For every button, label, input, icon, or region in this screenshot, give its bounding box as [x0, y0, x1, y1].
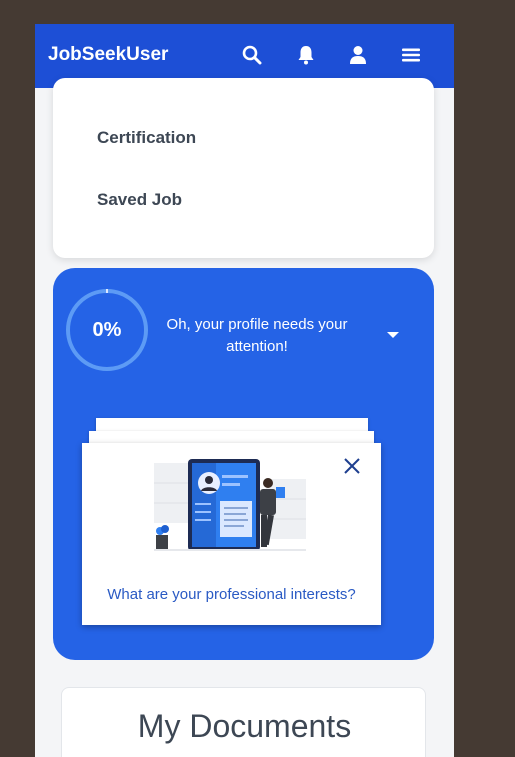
resume-illustration: [154, 459, 306, 551]
bell-icon[interactable]: [295, 44, 317, 66]
brand-logo[interactable]: JobSeekUser: [48, 44, 168, 66]
professional-interests-link[interactable]: What are your professional interests?: [82, 586, 381, 603]
my-documents-card: My Documents: [61, 687, 426, 757]
profile-completion-card: 0% Oh, your profile needs your attention…: [53, 268, 434, 660]
page-content: Certification Saved Job 0% Oh, your prof…: [35, 78, 454, 757]
menu-icon[interactable]: [400, 44, 422, 66]
profile-attention-message: Oh, your profile needs your attention!: [166, 316, 348, 355]
caret-down-icon[interactable]: [386, 330, 400, 340]
close-icon[interactable]: [343, 457, 361, 475]
menu-item-certification[interactable]: Certification: [97, 128, 196, 148]
user-icon[interactable]: [347, 44, 369, 66]
profile-completion-percent: 0%: [92, 318, 122, 341]
app-viewport: JobSeekUser Certification Saved Job 0% O…: [35, 24, 454, 757]
menu-item-saved-job[interactable]: Saved Job: [97, 190, 182, 210]
profile-menu-card: Certification Saved Job: [53, 78, 434, 258]
search-icon[interactable]: [241, 44, 263, 66]
interest-prompt-card: What are your professional interests?: [82, 443, 381, 625]
my-documents-title: My Documents: [137, 708, 352, 744]
